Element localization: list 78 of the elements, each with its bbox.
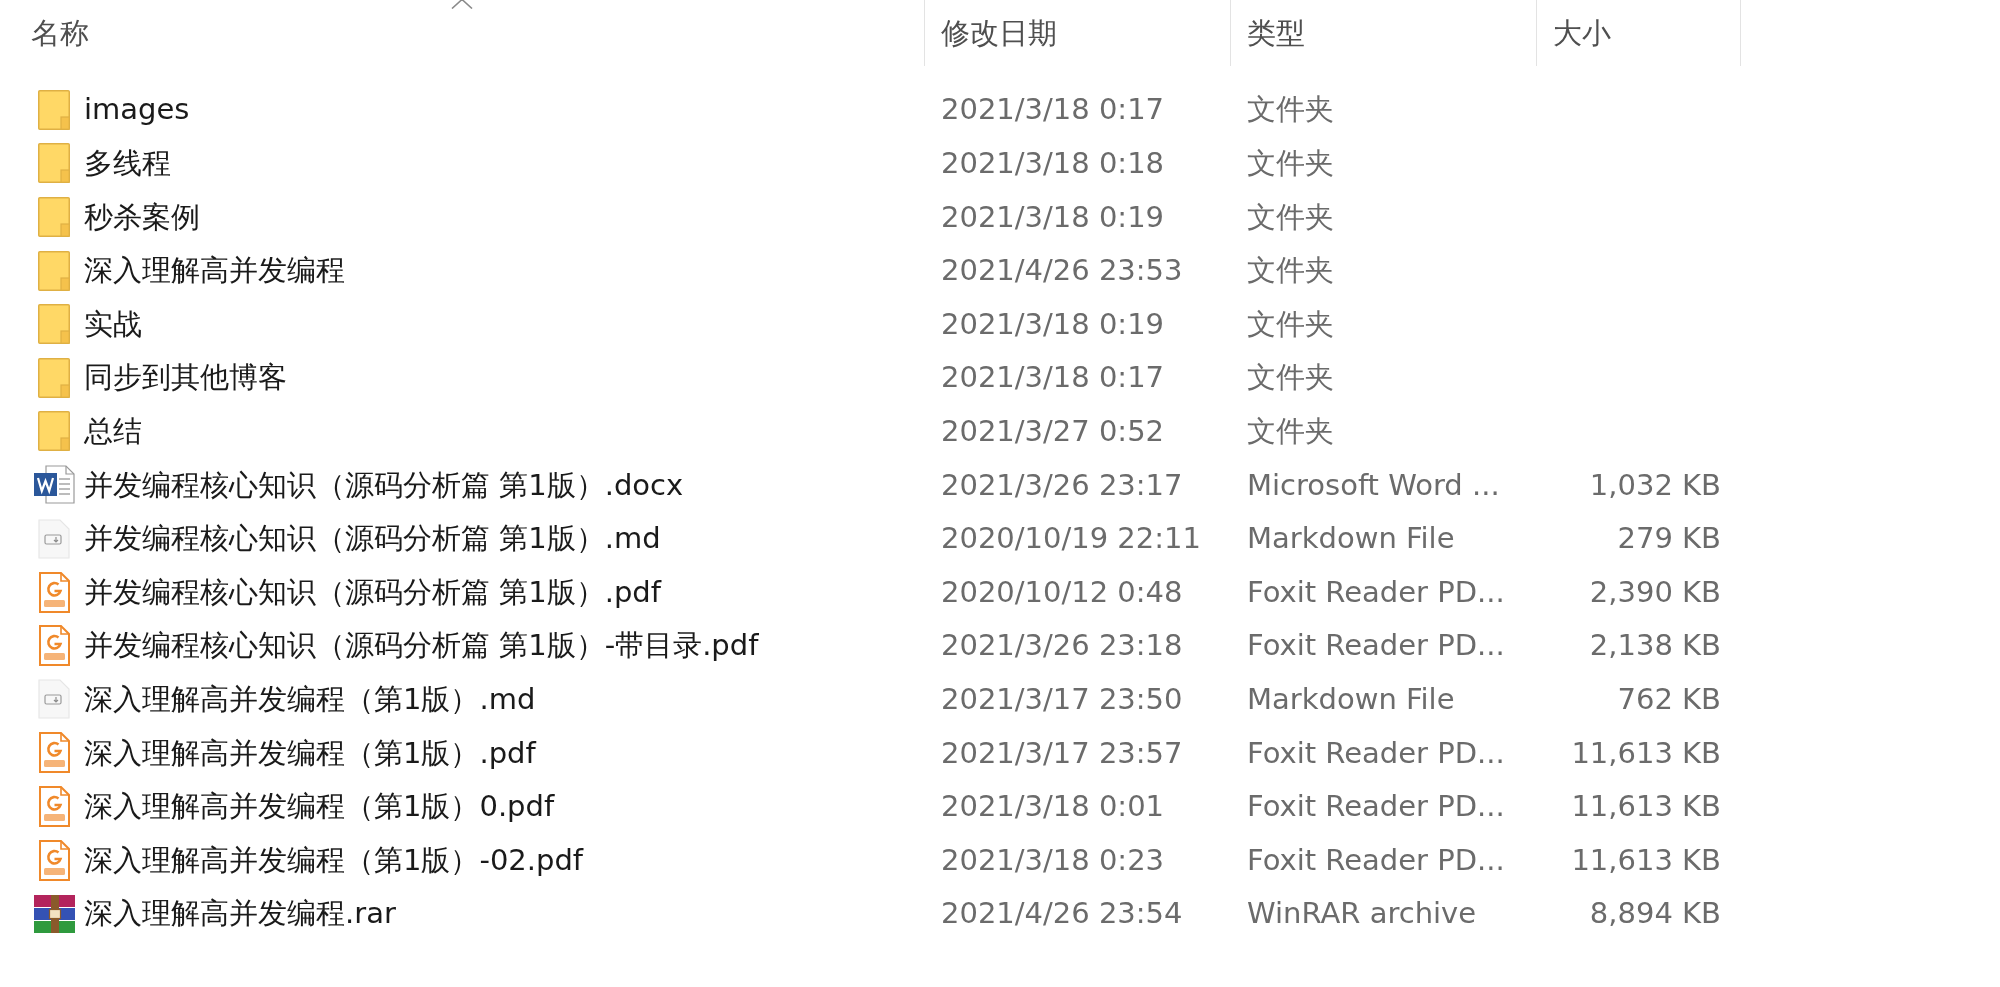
file-size: 8,894 KB [1589,896,1721,931]
file-name[interactable]: 深入理解高并发编程（第1版）0.pdf [84,789,555,824]
file-type: WinRAR archive [1247,896,1477,931]
folder-icon [38,304,70,345]
file-name[interactable]: 总结 [84,413,142,449]
file-name[interactable]: 并发编程核心知识（源码分析篇 第1版）.docx [84,467,684,503]
word-file-icon [33,465,75,505]
modified-date: 2021/3/27 0:52 [941,413,1165,448]
modified-date: 2020/10/12 0:48 [941,574,1183,609]
file-type: Markdown File [1247,681,1455,716]
file-size: 1,032 KB [1589,467,1721,502]
file-type: 文件夹 [1247,253,1334,288]
file-size: 11,613 KB [1571,789,1721,824]
file-type: Foxit Reader PD... [1247,789,1505,824]
pdf-file-icon [38,786,70,827]
file-name[interactable]: 深入理解高并发编程（第1版）-02.pdf [84,842,584,878]
pdf-file-icon [38,625,70,667]
modified-date: 2021/3/18 0:18 [941,146,1165,180]
file-name[interactable]: 秒杀案例 [84,199,200,235]
modified-date: 2021/3/18 0:23 [941,842,1165,877]
file-type: 文件夹 [1247,413,1334,448]
folder-icon [38,411,70,452]
modified-date: 2021/3/18 0:01 [941,789,1165,824]
file-name[interactable]: 深入理解高并发编程.rar [84,896,396,932]
pdf-file-icon [38,839,70,881]
sort-caret-icon [451,0,473,9]
file-size: 279 KB [1617,521,1721,556]
file-type: Microsoft Word ... [1247,467,1500,502]
file-size: 11,613 KB [1571,735,1721,770]
file-size: 2,390 KB [1589,574,1721,609]
file-type: Foxit Reader PD... [1247,574,1505,609]
file-name[interactable]: images [84,92,190,128]
folder-icon [38,250,70,291]
file-name[interactable]: 深入理解高并发编程（第1版）.pdf [84,735,536,771]
markdown-file-icon [38,518,70,559]
file-size: 11,613 KB [1571,842,1721,877]
modified-date: 2021/3/18 0:19 [941,306,1165,341]
file-name[interactable]: 并发编程核心知识（源码分析篇 第1版）-带目录.pdf [84,628,759,664]
file-type: 文件夹 [1247,360,1334,395]
modified-date: 2021/3/17 23:57 [941,735,1183,770]
file-name[interactable]: 并发编程核心知识（源码分析篇 第1版）.pdf [84,574,661,610]
folder-icon [38,89,70,130]
file-type: Foxit Reader PD... [1247,842,1505,877]
file-type: Foxit Reader PD... [1247,735,1505,770]
file-type: 文件夹 [1247,306,1334,341]
markdown-file-icon [38,679,70,720]
modified-date: 2020/10/19 22:11 [941,521,1201,556]
pdf-file-icon [38,571,70,613]
folder-icon [38,357,70,398]
file-type: 文件夹 [1247,199,1334,234]
file-type: 文件夹 [1247,146,1334,180]
archive-books-icon [33,894,75,933]
folder-icon [38,143,70,184]
modified-date: 2021/3/18 0:17 [941,360,1165,395]
file-type: Foxit Reader PD... [1247,628,1505,663]
folder-icon [38,197,70,237]
column-header[interactable]: 名称 [0,0,925,66]
file-name[interactable]: 多线程 [84,146,171,181]
file-name[interactable]: 并发编程核心知识（源码分析篇 第1版）.md [84,521,661,556]
modified-date: 2021/4/26 23:54 [941,896,1183,931]
file-name[interactable]: 实战 [84,306,142,342]
file-name[interactable]: 深入理解高并发编程（第1版）.md [84,681,536,717]
column-header[interactable]: 类型 [1231,0,1537,66]
file-size: 2,138 KB [1589,628,1721,663]
file-size: 762 KB [1617,681,1721,716]
modified-date: 2021/4/26 23:53 [941,253,1183,288]
pdf-file-icon [38,732,70,774]
file-name[interactable]: 深入理解高并发编程 [84,253,345,288]
column-header[interactable]: 修改日期 [925,0,1231,66]
modified-date: 2021/3/26 23:17 [941,467,1183,502]
modified-date: 2021/3/26 23:18 [941,628,1183,663]
modified-date: 2021/3/18 0:17 [941,92,1165,127]
file-type: 文件夹 [1247,92,1334,127]
file-name[interactable]: 同步到其他博客 [84,360,287,396]
modified-date: 2021/3/17 23:50 [941,681,1183,716]
file-type: Markdown File [1247,521,1455,556]
column-header[interactable]: 大小 [1537,0,1741,66]
modified-date: 2021/3/18 0:19 [941,199,1165,234]
